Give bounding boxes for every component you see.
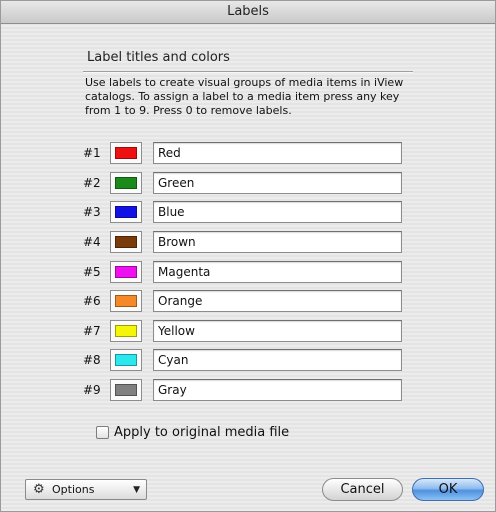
color-well-5[interactable] xyxy=(110,261,142,283)
color-swatch xyxy=(115,206,137,218)
label-name-field-2[interactable]: Green xyxy=(153,172,402,194)
color-well-8[interactable] xyxy=(110,349,142,371)
label-name-field-9[interactable]: Gray xyxy=(153,379,402,401)
options-popup-button[interactable]: ⚙ Options ▼ xyxy=(25,479,147,500)
label-number: #6 xyxy=(83,294,101,308)
label-name-field-4[interactable]: Brown xyxy=(153,231,402,253)
color-well-2[interactable] xyxy=(110,172,142,194)
cancel-button[interactable]: Cancel xyxy=(322,478,403,501)
label-name-field-8[interactable]: Cyan xyxy=(153,349,402,371)
gear-icon: ⚙ xyxy=(33,482,45,497)
label-name-field-5[interactable]: Magenta xyxy=(153,261,402,283)
color-well-7[interactable] xyxy=(110,320,142,342)
color-swatch xyxy=(115,354,137,366)
color-swatch xyxy=(115,147,137,159)
color-swatch xyxy=(115,236,137,248)
section-title: Label titles and colors xyxy=(87,50,230,65)
color-swatch xyxy=(115,384,137,396)
apply-to-original-checkbox[interactable] xyxy=(96,426,109,439)
color-well-6[interactable] xyxy=(110,290,142,312)
color-well-9[interactable] xyxy=(110,379,142,401)
window-title: Labels xyxy=(1,1,495,24)
label-name-field-7[interactable]: Yellow xyxy=(153,320,402,342)
label-number: #2 xyxy=(83,176,101,190)
section-divider xyxy=(83,71,413,73)
label-number: #3 xyxy=(83,205,101,219)
labels-dialog: Labels Label titles and colors Use label… xyxy=(0,0,496,512)
color-swatch xyxy=(115,325,137,337)
section-description: Use labels to create visual groups of me… xyxy=(85,76,404,117)
label-number: #1 xyxy=(83,146,101,160)
label-number: #8 xyxy=(83,353,101,367)
color-well-3[interactable] xyxy=(110,201,142,223)
color-well-4[interactable] xyxy=(110,231,142,253)
label-name-field-3[interactable]: Blue xyxy=(153,201,402,223)
label-name-field-6[interactable]: Orange xyxy=(153,290,402,312)
label-number: #5 xyxy=(83,265,101,279)
label-number: #4 xyxy=(83,235,101,249)
label-number: #7 xyxy=(83,324,101,338)
chevron-down-icon: ▼ xyxy=(133,485,140,495)
label-name-field-1[interactable]: Red xyxy=(153,142,402,164)
label-number: #9 xyxy=(83,383,101,397)
color-well-1[interactable] xyxy=(110,142,142,164)
ok-button[interactable]: OK xyxy=(412,478,484,501)
color-swatch xyxy=(115,177,137,189)
color-swatch xyxy=(115,295,137,307)
apply-to-original-label[interactable]: Apply to original media file xyxy=(114,425,289,440)
color-swatch xyxy=(115,266,137,278)
options-label: Options xyxy=(52,483,95,496)
